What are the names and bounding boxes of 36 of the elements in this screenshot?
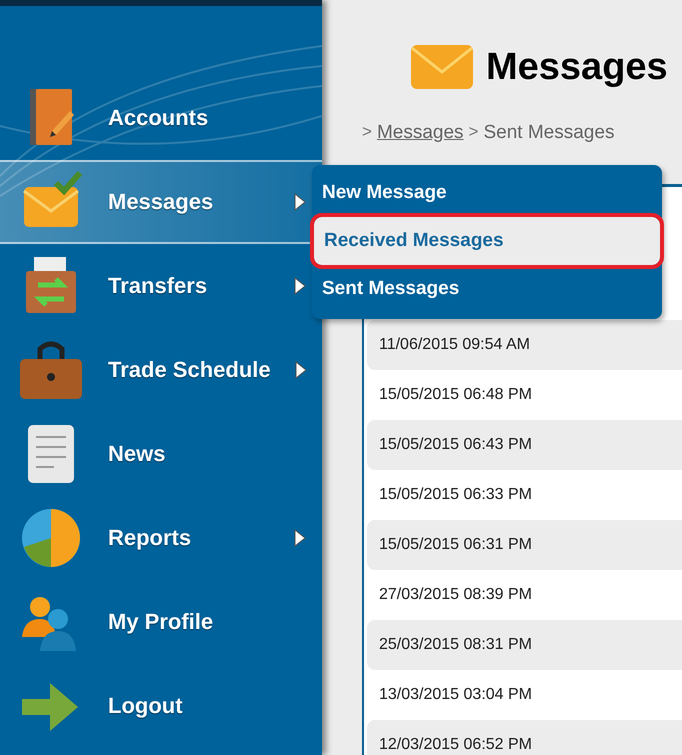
submenu-item[interactable]: Received Messages [314, 217, 660, 265]
date-cell: 15/05/2015 06:31 PM [379, 536, 532, 554]
sidebar-label: My Profile [108, 609, 214, 635]
date-cell: 12/03/2015 06:52 PM [379, 736, 532, 754]
table-row[interactable]: 11/06/2015 09:54 AM [367, 320, 682, 370]
sidebar-label: Trade Schedule [108, 357, 271, 383]
sidebar-item[interactable]: Trade Schedule [0, 328, 322, 412]
table-row[interactable]: 15/05/2015 06:43 PM [367, 420, 682, 470]
page-title: Messages [486, 46, 668, 88]
breadcrumb-separator: > [468, 122, 478, 143]
envelope-icon [410, 44, 474, 90]
sidebar-item[interactable]: News [0, 412, 322, 496]
date-cell: 15/05/2015 06:33 PM [379, 486, 532, 504]
breadcrumb-separator: > [362, 122, 372, 143]
breadcrumb-text: Sent Messages [483, 122, 614, 144]
sidebar-label: Accounts [108, 105, 210, 131]
sidebar-item[interactable]: My Profile [0, 580, 322, 664]
date-cell: 15/05/2015 06:43 PM [379, 436, 532, 454]
table-row[interactable]: 15/05/2015 06:31 PM [367, 520, 682, 570]
table-row[interactable]: 12/03/2015 06:52 PM [367, 720, 682, 755]
sidebar-label: Reports [108, 525, 192, 551]
date-cell: 27/03/2015 08:39 PM [379, 586, 532, 604]
date-cell: 25/03/2015 08:31 PM [379, 636, 532, 654]
table-row[interactable]: 25/03/2015 08:31 PM [367, 620, 682, 670]
date-cell: 15/05/2015 06:48 PM [379, 386, 532, 404]
sidebar-item[interactable]: Logout [0, 664, 322, 748]
sidebar-label: Messages [108, 189, 214, 215]
sidebar-label: News [108, 441, 166, 467]
sidebar-label: Transfers [108, 273, 208, 299]
sidebar-item[interactable]: Reports [0, 496, 322, 580]
date-cell: 13/03/2015 03:04 PM [379, 686, 532, 704]
sidebar-item[interactable]: Messages [0, 160, 322, 244]
date-cell: 11/06/2015 09:54 AM [379, 336, 530, 354]
sidebar-label: Logout [108, 693, 184, 719]
breadcrumb-link[interactable]: Messages [376, 122, 464, 144]
sidebar-item[interactable]: Accounts [0, 76, 322, 160]
